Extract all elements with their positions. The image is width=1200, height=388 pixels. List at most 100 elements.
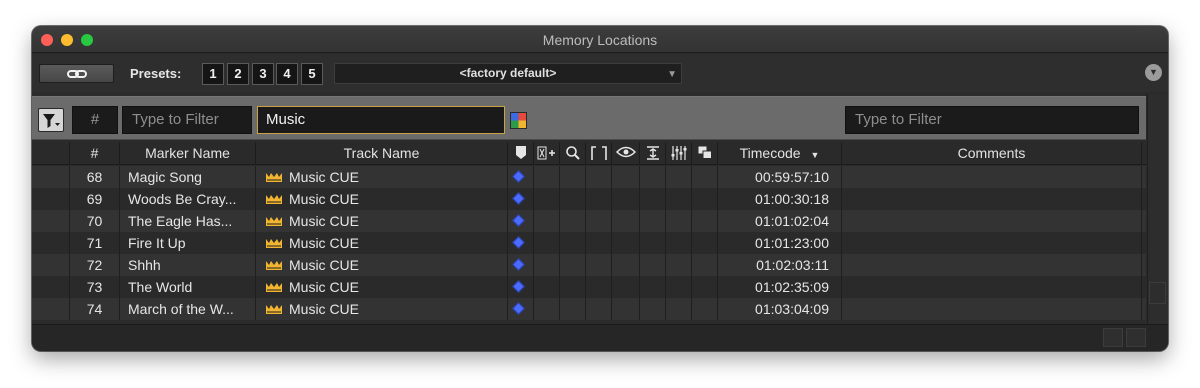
empty-cell: [612, 210, 640, 232]
filter-options-button[interactable]: [38, 108, 64, 132]
comments-cell[interactable]: [842, 254, 1142, 276]
empty-cell: [534, 166, 560, 188]
link-icon: [67, 70, 87, 78]
midi-track-icon: [266, 305, 282, 314]
empty-cell: [640, 276, 666, 298]
marker-diamond-icon: [512, 214, 525, 227]
empty-cell: [612, 254, 640, 276]
empty-cell: [640, 210, 666, 232]
midi-track-icon: [266, 239, 282, 248]
comments-cell[interactable]: [842, 276, 1142, 298]
table-row[interactable]: 71 Fire It Up Music CUE 01:01:23:00: [32, 232, 1146, 254]
number-filter[interactable]: #: [72, 106, 118, 134]
comments-cell[interactable]: [842, 188, 1142, 210]
track-name-label: Music CUE: [289, 301, 360, 317]
comments-cell[interactable]: [842, 210, 1142, 232]
midi-track-icon: [266, 195, 282, 204]
comments-filter-input[interactable]: Type to Filter: [845, 106, 1139, 134]
column-header-view-icon[interactable]: [612, 142, 640, 165]
preset-button-3[interactable]: 3: [252, 63, 274, 85]
column-header-timecode[interactable]: Timecode ▼: [718, 142, 842, 165]
comments-cell[interactable]: [842, 232, 1142, 254]
number-cell: 69: [70, 188, 120, 210]
marker-cell: [508, 166, 534, 188]
timecode-cell: 01:00:30:18: [718, 188, 842, 210]
table-row[interactable]: 69 Woods Be Cray... Music CUE 01:00:30:18: [32, 188, 1146, 210]
preset-button-4[interactable]: 4: [276, 63, 298, 85]
table-row[interactable]: 73 The World Music CUE 01:02:35:09: [32, 276, 1146, 298]
window-menu-button[interactable]: ▼: [1145, 64, 1162, 81]
empty-cell: [692, 166, 718, 188]
chevron-down-icon: ▼: [667, 69, 677, 80]
filter-bar: # Type to Filter Music Type to Filter: [32, 96, 1146, 140]
empty-cell: [32, 254, 70, 276]
empty-cell: [640, 232, 666, 254]
column-header-selection-icon[interactable]: [586, 142, 612, 165]
table-row[interactable]: 74 March of the W... Music CUE 01:03:04:09: [32, 298, 1146, 320]
preset-button-5[interactable]: 5: [301, 63, 323, 85]
empty-cell: [560, 166, 586, 188]
marker-name-cell[interactable]: Shhh: [120, 254, 256, 276]
column-header-track-name[interactable]: Track Name: [256, 142, 508, 165]
empty-cell: [612, 276, 640, 298]
track-name-cell: Music CUE: [256, 232, 508, 254]
marker-name-cell[interactable]: Magic Song: [120, 166, 256, 188]
table-header: # Marker Name Track Name Timecode ▼ Comm…: [32, 142, 1146, 165]
vertical-scrollbar[interactable]: [1147, 94, 1168, 351]
midi-track-icon: [266, 261, 282, 270]
marker-name-cell[interactable]: March of the W...: [120, 298, 256, 320]
column-header-marker-icon[interactable]: [508, 142, 534, 165]
column-header-number[interactable]: #: [70, 142, 120, 165]
column-header-comments[interactable]: Comments: [842, 142, 1142, 165]
link-button[interactable]: [39, 64, 114, 83]
track-name-cell: Music CUE: [256, 254, 508, 276]
marker-name-cell[interactable]: The Eagle Has...: [120, 210, 256, 232]
comments-cell[interactable]: [842, 298, 1142, 320]
empty-cell: [692, 210, 718, 232]
column-header-zoom-icon[interactable]: [560, 142, 586, 165]
title-bar[interactable]: Memory Locations: [32, 26, 1168, 53]
table-row[interactable]: 70 The Eagle Has... Music CUE 01:01:02:04: [32, 210, 1146, 232]
timecode-cell: 01:02:35:09: [718, 276, 842, 298]
empty-cell: [640, 166, 666, 188]
column-header-marker-name[interactable]: Marker Name: [120, 142, 256, 165]
empty-cell: [666, 276, 692, 298]
empty-cell: [560, 298, 586, 320]
column-header-mix-icon[interactable]: [666, 142, 692, 165]
number-cell: 70: [70, 210, 120, 232]
table-row[interactable]: 72 Shhh Music CUE 01:02:03:11: [32, 254, 1146, 276]
column-header-track-height-icon[interactable]: [640, 142, 666, 165]
preset-dropdown[interactable]: <factory default> ▼: [334, 63, 682, 84]
preset-button-1[interactable]: 1: [202, 63, 224, 85]
column-header-window-icon[interactable]: [692, 142, 718, 165]
marker-name-cell[interactable]: The World: [120, 276, 256, 298]
scrollbar-thumb[interactable]: [1149, 282, 1166, 304]
track-name-cell: Music CUE: [256, 210, 508, 232]
track-name-cell: Music CUE: [256, 298, 508, 320]
funnel-icon: [43, 114, 60, 128]
marker-cell: [508, 254, 534, 276]
preset-button-2[interactable]: 2: [227, 63, 249, 85]
marker-diamond-icon: [512, 258, 525, 271]
color-filter-icon[interactable]: [510, 112, 527, 129]
track-size-icon: [537, 146, 555, 160]
marker-name-cell[interactable]: Woods Be Cray...: [120, 188, 256, 210]
marker-name-cell[interactable]: Fire It Up: [120, 232, 256, 254]
footer-button-right[interactable]: [1126, 328, 1146, 347]
footer-button-left[interactable]: [1103, 328, 1123, 347]
empty-cell: [560, 232, 586, 254]
marker-cell: [508, 232, 534, 254]
empty-cell: [666, 254, 692, 276]
number-cell: 73: [70, 276, 120, 298]
column-header-track-size-icon[interactable]: [534, 142, 560, 165]
marker-name-filter-input[interactable]: Type to Filter: [122, 106, 252, 134]
empty-cell: [534, 188, 560, 210]
memory-locations-window: Memory Locations Presets: 1 2 3 4 5 <fac…: [32, 26, 1168, 351]
marker-diamond-icon: [512, 170, 525, 183]
empty-cell: [586, 276, 612, 298]
table-row[interactable]: 68 Magic Song Music CUE 00:59:57:10: [32, 166, 1146, 188]
track-name-filter-input[interactable]: Music: [257, 106, 505, 134]
empty-cell: [534, 210, 560, 232]
comments-cell[interactable]: [842, 166, 1142, 188]
number-cell: 74: [70, 298, 120, 320]
